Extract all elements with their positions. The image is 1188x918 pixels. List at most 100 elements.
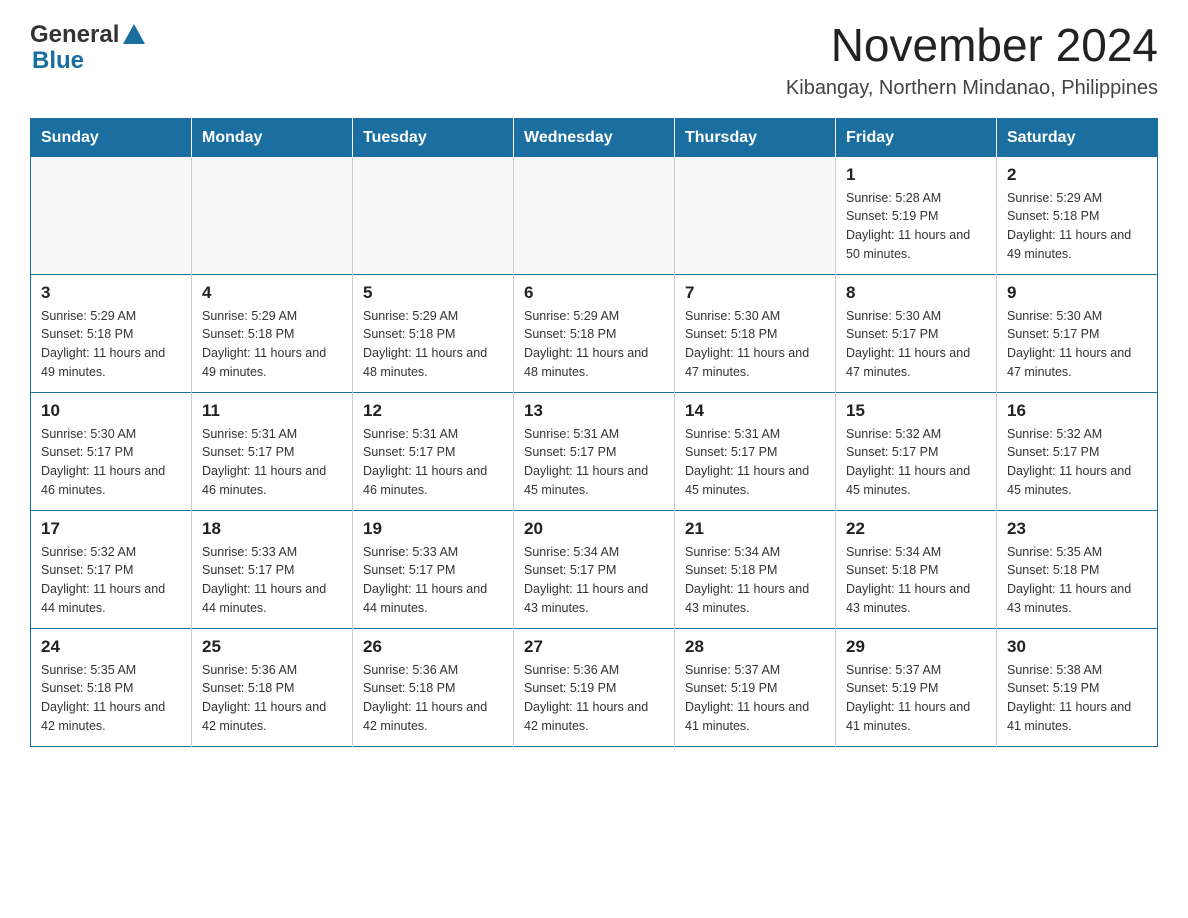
calendar-cell: 23Sunrise: 5:35 AMSunset: 5:18 PMDayligh… (997, 510, 1158, 628)
calendar-cell: 14Sunrise: 5:31 AMSunset: 5:17 PMDayligh… (675, 392, 836, 510)
day-info: Sunrise: 5:30 AMSunset: 5:17 PMDaylight:… (846, 307, 986, 382)
calendar-cell: 25 Sunrise: 5:36 AMSunset: 5:18 PMDayligh… (192, 628, 353, 746)
calendar-cell (675, 157, 836, 275)
calendar-cell: 18 Sunrise: 5:33 AMSunset: 5:17 PMDayligh… (192, 510, 353, 628)
day-number: 22 (846, 519, 986, 539)
day-number: 12 (363, 401, 503, 421)
day-info: Sunrise: 5:31 AMSunset: 5:17 PMDaylight:… (202, 425, 342, 500)
calendar-week-row: 24Sunrise: 5:35 AMSunset: 5:18 PMDayligh… (31, 628, 1158, 746)
day-number: 20 (524, 519, 664, 539)
calendar-cell: 7 Sunrise: 5:30 AMSunset: 5:18 PMDaylight… (675, 274, 836, 392)
day-number: 5 (363, 283, 503, 303)
logo-general-text: General (30, 21, 119, 49)
calendar-cell (353, 157, 514, 275)
day-info: Sunrise: 5:32 AMSunset: 5:17 PMDaylight:… (846, 425, 986, 500)
day-info: Sunrise: 5:37 AMSunset: 5:19 PMDaylight:… (685, 661, 825, 736)
calendar-cell (514, 157, 675, 275)
day-info: Sunrise: 5:36 AMSunset: 5:18 PMDaylight:… (363, 661, 503, 736)
calendar-cell: 6 Sunrise: 5:29 AMSunset: 5:18 PMDaylight… (514, 274, 675, 392)
day-info: Sunrise: 5:34 AMSunset: 5:17 PMDaylight:… (524, 543, 664, 618)
calendar-day-header: Saturday (997, 118, 1158, 157)
page-subtitle: Kibangay, Northern Mindanao, Philippines (786, 77, 1158, 100)
title-section: November 2024 Kibangay, Northern Mindana… (786, 20, 1158, 100)
day-info: Sunrise: 5:34 AMSunset: 5:18 PMDaylight:… (846, 543, 986, 618)
calendar-cell: 5 Sunrise: 5:29 AMSunset: 5:18 PMDaylight… (353, 274, 514, 392)
page-header: General Blue November 2024 Kibangay, Nor… (30, 20, 1158, 100)
day-number: 14 (685, 401, 825, 421)
logo-blue-text: Blue (32, 47, 84, 75)
calendar-cell: 13 Sunrise: 5:31 AMSunset: 5:17 PMDayligh… (514, 392, 675, 510)
day-info: Sunrise: 5:34 AMSunset: 5:18 PMDaylight:… (685, 543, 825, 618)
calendar-day-header: Monday (192, 118, 353, 157)
day-number: 3 (41, 283, 181, 303)
calendar-day-header: Thursday (675, 118, 836, 157)
day-info: Sunrise: 5:35 AMSunset: 5:18 PMDaylight:… (41, 661, 181, 736)
calendar-week-row: 17Sunrise: 5:32 AMSunset: 5:17 PMDayligh… (31, 510, 1158, 628)
calendar-cell (31, 157, 192, 275)
day-info: Sunrise: 5:36 AMSunset: 5:18 PMDaylight:… (202, 661, 342, 736)
day-number: 27 (524, 637, 664, 657)
day-number: 29 (846, 637, 986, 657)
calendar-week-row: 3 Sunrise: 5:29 AMSunset: 5:18 PMDaylight… (31, 274, 1158, 392)
day-info: Sunrise: 5:29 AMSunset: 5:18 PMDaylight:… (202, 307, 342, 382)
day-number: 4 (202, 283, 342, 303)
day-info: Sunrise: 5:31 AMSunset: 5:17 PMDaylight:… (363, 425, 503, 500)
day-number: 15 (846, 401, 986, 421)
day-info: Sunrise: 5:29 AMSunset: 5:18 PMDaylight:… (41, 307, 181, 382)
calendar-cell: 22 Sunrise: 5:34 AMSunset: 5:18 PMDayligh… (836, 510, 997, 628)
calendar-cell: 24Sunrise: 5:35 AMSunset: 5:18 PMDayligh… (31, 628, 192, 746)
calendar-cell: 21Sunrise: 5:34 AMSunset: 5:18 PMDayligh… (675, 510, 836, 628)
page-title: November 2024 (786, 20, 1158, 71)
day-info: Sunrise: 5:30 AMSunset: 5:17 PMDaylight:… (41, 425, 181, 500)
day-info: Sunrise: 5:33 AMSunset: 5:17 PMDaylight:… (363, 543, 503, 618)
day-info: Sunrise: 5:30 AMSunset: 5:18 PMDaylight:… (685, 307, 825, 382)
day-number: 6 (524, 283, 664, 303)
day-number: 16 (1007, 401, 1147, 421)
calendar-cell: 10Sunrise: 5:30 AMSunset: 5:17 PMDayligh… (31, 392, 192, 510)
calendar-cell: 26 Sunrise: 5:36 AMSunset: 5:18 PMDayligh… (353, 628, 514, 746)
day-info: Sunrise: 5:31 AMSunset: 5:17 PMDaylight:… (524, 425, 664, 500)
day-number: 25 (202, 637, 342, 657)
day-number: 9 (1007, 283, 1147, 303)
day-number: 23 (1007, 519, 1147, 539)
day-number: 18 (202, 519, 342, 539)
calendar-table: SundayMondayTuesdayWednesdayThursdayFrid… (30, 118, 1158, 747)
day-number: 19 (363, 519, 503, 539)
calendar-cell: 19 Sunrise: 5:33 AMSunset: 5:17 PMDayligh… (353, 510, 514, 628)
calendar-cell: 17Sunrise: 5:32 AMSunset: 5:17 PMDayligh… (31, 510, 192, 628)
calendar-cell: 28Sunrise: 5:37 AMSunset: 5:19 PMDayligh… (675, 628, 836, 746)
day-info: Sunrise: 5:37 AMSunset: 5:19 PMDaylight:… (846, 661, 986, 736)
calendar-header-row: SundayMondayTuesdayWednesdayThursdayFrid… (31, 118, 1158, 157)
day-info: Sunrise: 5:30 AMSunset: 5:17 PMDaylight:… (1007, 307, 1147, 382)
calendar-day-header: Tuesday (353, 118, 514, 157)
logo: General Blue (30, 20, 145, 75)
day-info: Sunrise: 5:28 AMSunset: 5:19 PMDaylight:… (846, 189, 986, 264)
calendar-cell: 9 Sunrise: 5:30 AMSunset: 5:17 PMDaylight… (997, 274, 1158, 392)
calendar-cell: 27 Sunrise: 5:36 AMSunset: 5:19 PMDayligh… (514, 628, 675, 746)
day-number: 30 (1007, 637, 1147, 657)
calendar-cell: 20 Sunrise: 5:34 AMSunset: 5:17 PMDayligh… (514, 510, 675, 628)
day-number: 26 (363, 637, 503, 657)
day-number: 2 (1007, 165, 1147, 185)
day-info: Sunrise: 5:29 AMSunset: 5:18 PMDaylight:… (363, 307, 503, 382)
day-info: Sunrise: 5:29 AMSunset: 5:18 PMDaylight:… (1007, 189, 1147, 264)
day-info: Sunrise: 5:36 AMSunset: 5:19 PMDaylight:… (524, 661, 664, 736)
calendar-cell: 29 Sunrise: 5:37 AMSunset: 5:19 PMDayligh… (836, 628, 997, 746)
logo-triangle-icon (123, 24, 145, 49)
calendar-cell: 12 Sunrise: 5:31 AMSunset: 5:17 PMDayligh… (353, 392, 514, 510)
day-info: Sunrise: 5:32 AMSunset: 5:17 PMDaylight:… (41, 543, 181, 618)
day-number: 7 (685, 283, 825, 303)
day-number: 1 (846, 165, 986, 185)
calendar-cell: 30Sunrise: 5:38 AMSunset: 5:19 PMDayligh… (997, 628, 1158, 746)
calendar-day-header: Wednesday (514, 118, 675, 157)
day-number: 13 (524, 401, 664, 421)
day-info: Sunrise: 5:33 AMSunset: 5:17 PMDaylight:… (202, 543, 342, 618)
calendar-day-header: Sunday (31, 118, 192, 157)
day-number: 8 (846, 283, 986, 303)
calendar-cell: 11Sunrise: 5:31 AMSunset: 5:17 PMDayligh… (192, 392, 353, 510)
day-info: Sunrise: 5:29 AMSunset: 5:18 PMDaylight:… (524, 307, 664, 382)
calendar-cell (192, 157, 353, 275)
calendar-day-header: Friday (836, 118, 997, 157)
day-info: Sunrise: 5:32 AMSunset: 5:17 PMDaylight:… (1007, 425, 1147, 500)
calendar-cell: 4 Sunrise: 5:29 AMSunset: 5:18 PMDaylight… (192, 274, 353, 392)
